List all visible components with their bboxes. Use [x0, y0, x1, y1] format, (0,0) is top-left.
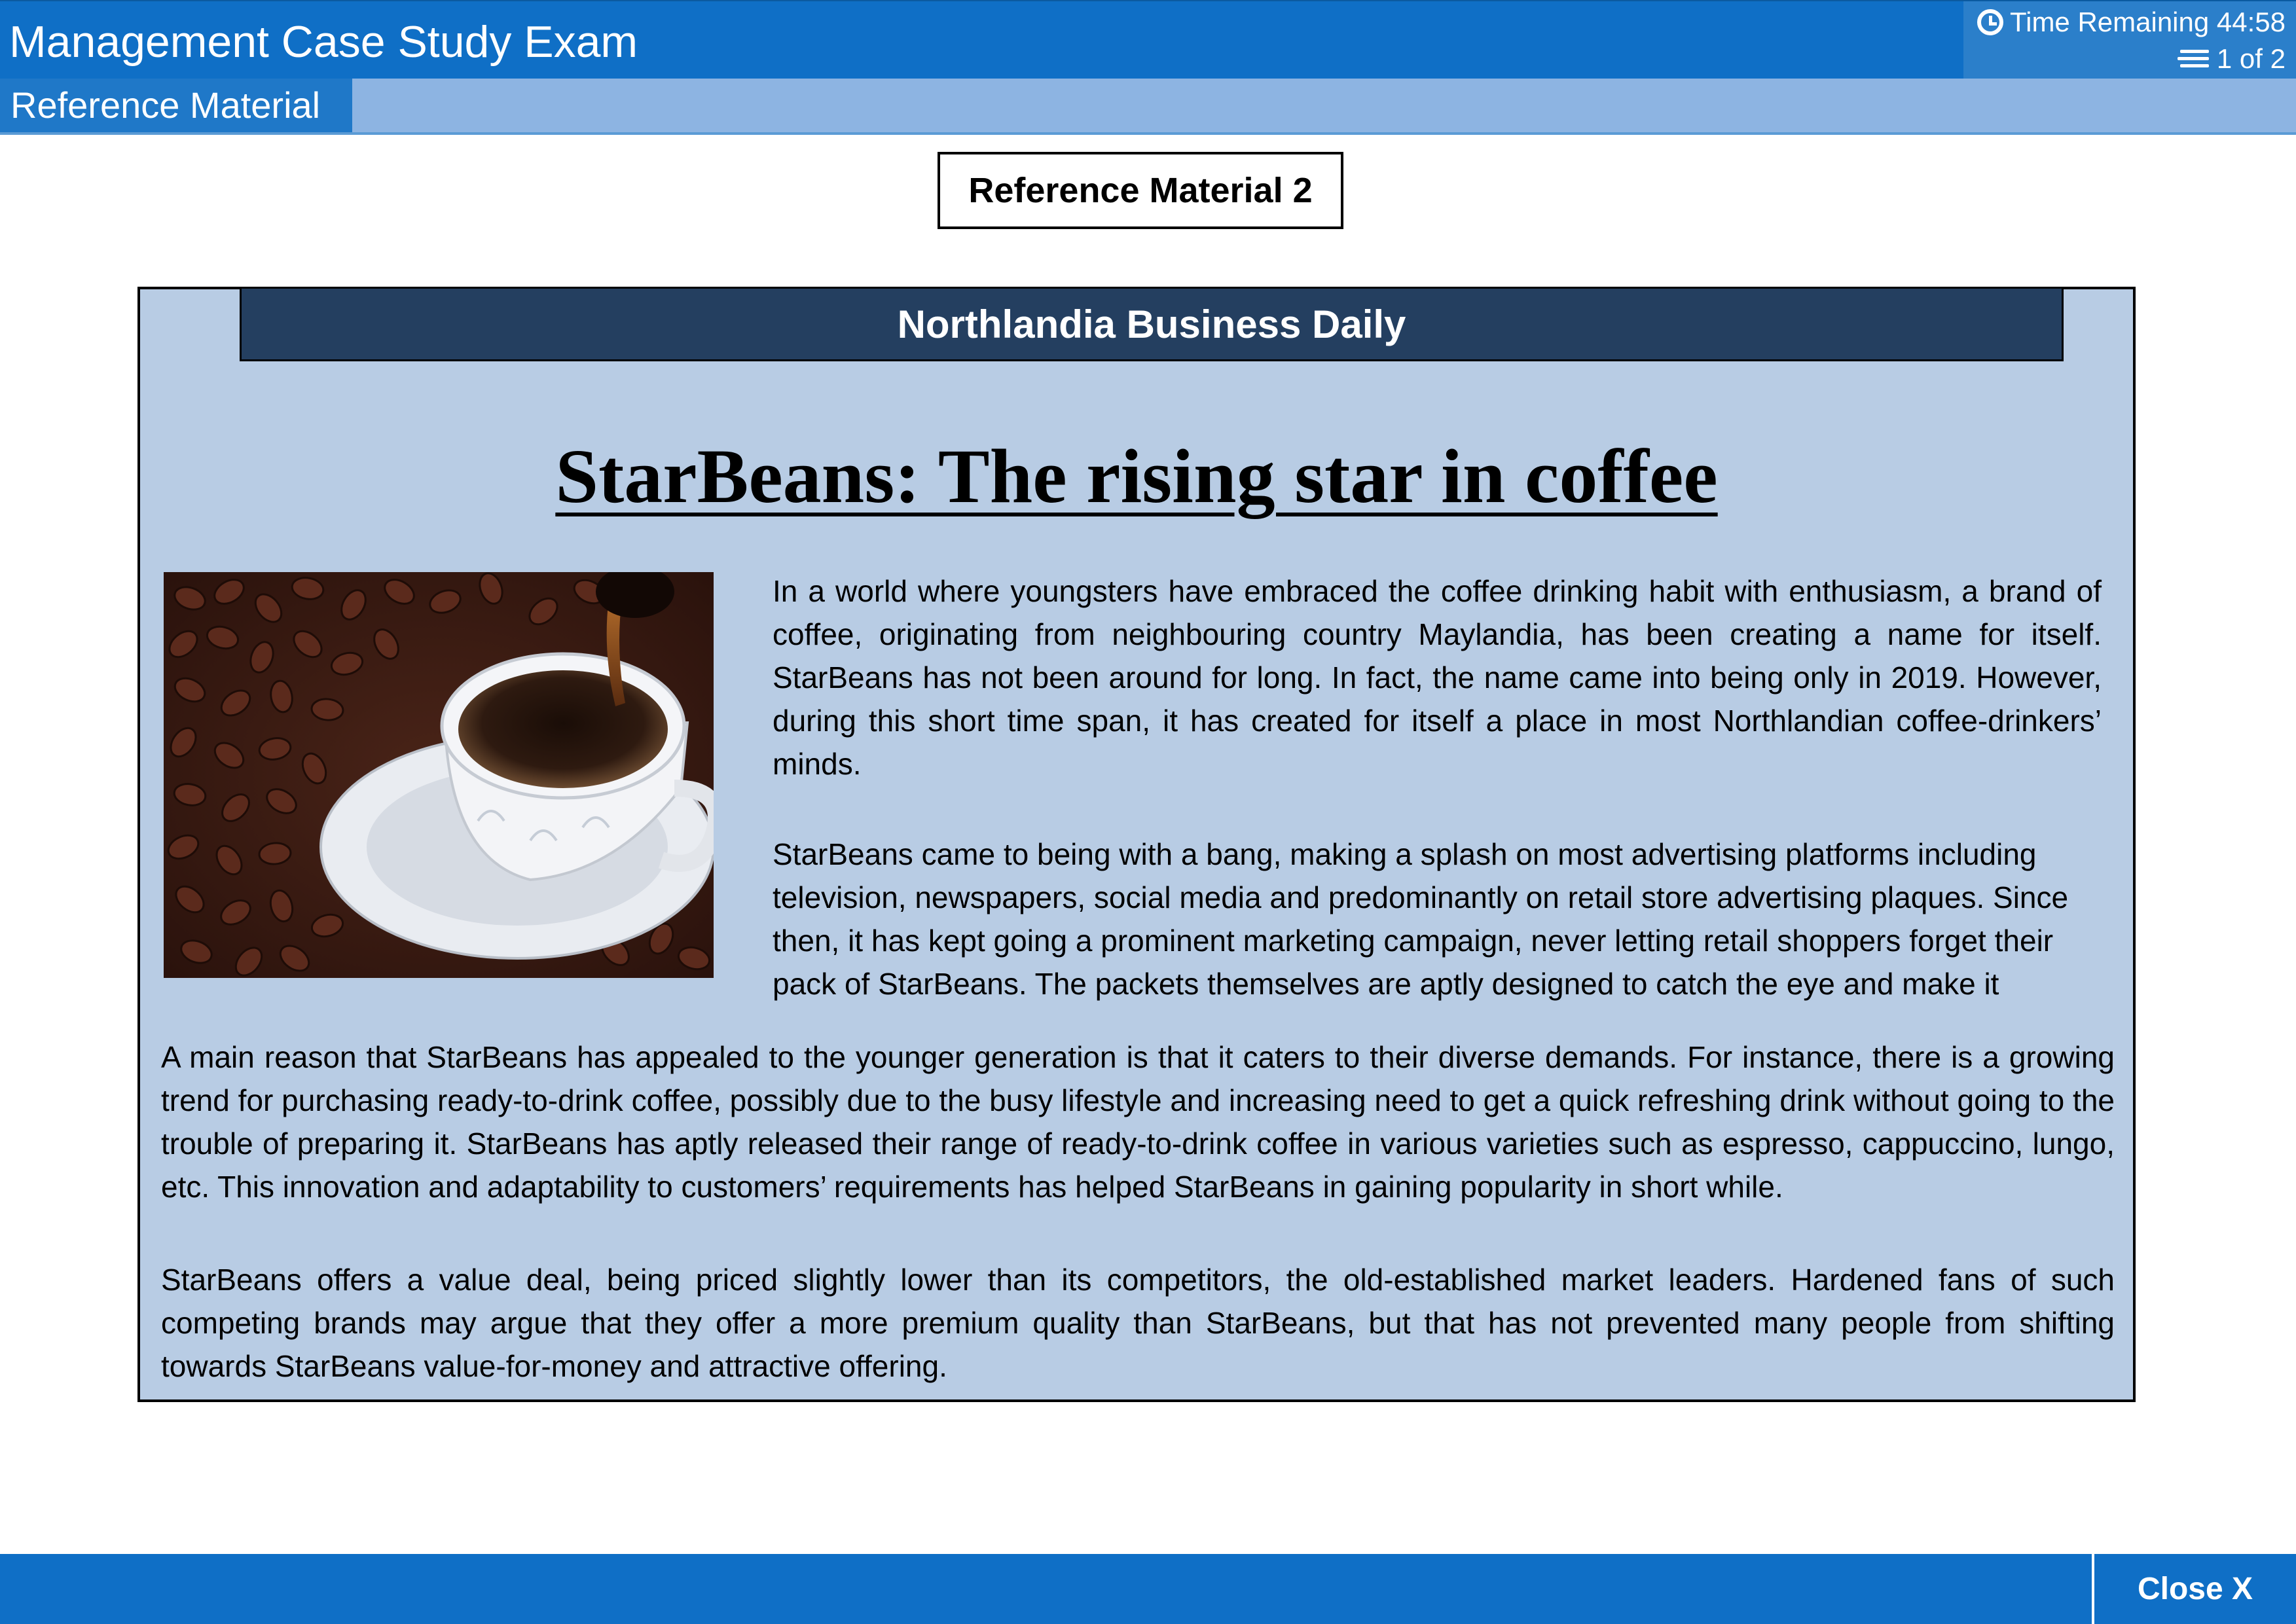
bottom-bar: Close X [0, 1554, 2296, 1624]
clock-icon [1977, 9, 2004, 35]
coffee-photo [164, 572, 714, 978]
article-paragraph: StarBeans came to being with a bang, mak… [773, 837, 2069, 1001]
close-button[interactable]: Close X [2092, 1554, 2296, 1624]
time-remaining-label: Time Remaining 44:58 [2010, 7, 2286, 37]
timer-panel: Time Remaining 44:58 1 of 2 [1963, 1, 2296, 80]
tab-strip: Reference Material [0, 79, 2296, 135]
reference-title: Reference Material 2 [938, 152, 1343, 229]
article-headline: StarBeans: The rising star in coffee [555, 433, 1718, 519]
article-paragraph: StarBeans offers a value deal, being pri… [161, 1263, 2115, 1383]
pages-icon [2176, 46, 2212, 72]
article-paragraph: In a world where youngsters have embrace… [773, 574, 2102, 781]
page-indicator-label: 1 of 2 [2216, 43, 2286, 74]
tab-reference-material[interactable]: Reference Material [0, 79, 352, 132]
title-bar: Management Case Study Exam Time Remainin… [0, 0, 2296, 80]
article-paragraph: A main reason that StarBeans has appeale… [161, 1040, 2115, 1204]
time-remaining: Time Remaining 44:58 [1977, 5, 2286, 39]
page-indicator: 1 of 2 [2176, 42, 2286, 76]
newspaper-banner: Northlandia Business Daily [240, 287, 2064, 361]
app-title: Management Case Study Exam [9, 17, 638, 67]
article-panel: Northlandia Business Daily StarBeans: Th… [137, 287, 2136, 1402]
